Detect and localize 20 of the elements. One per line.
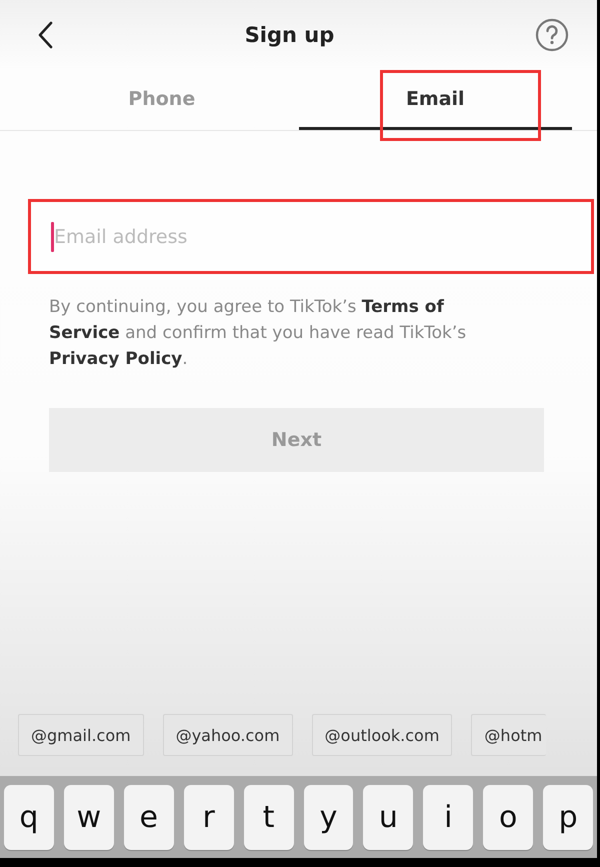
keyboard-key[interactable]: o <box>483 785 534 850</box>
keyboard-key[interactable]: p <box>543 785 594 850</box>
keyboard-key[interactable]: q <box>4 785 54 850</box>
email-input[interactable]: Email address <box>54 226 591 248</box>
email-suggestion-chip[interactable]: @gmail.com <box>18 714 144 756</box>
tab[interactable]: Email <box>298 70 572 130</box>
keyboard-key[interactable]: w <box>64 785 114 850</box>
keyboard-key[interactable]: t <box>244 785 294 850</box>
page-title: Sign up <box>244 23 334 47</box>
email-field[interactable]: Email address <box>28 199 594 274</box>
email-suggestion-chip[interactable]: @outlook.com <box>312 714 452 756</box>
keyboard-key[interactable]: i <box>423 785 474 850</box>
keyboard-key[interactable]: e <box>124 785 174 850</box>
help-icon[interactable] <box>535 18 569 52</box>
terms-text: By continuing, you agree to TikTok’s Terms of Service and confirm that you have read TikTok’s Privacy Policy. <box>49 296 468 371</box>
email-suggestion-chip[interactable]: @yahoo.com <box>162 714 293 756</box>
keyboard-key[interactable]: y <box>304 785 354 850</box>
keyboard-key[interactable]: u <box>363 785 414 850</box>
email-suggestion-chip[interactable]: @hotm <box>471 714 546 756</box>
keyboard-key[interactable]: r <box>184 785 234 850</box>
